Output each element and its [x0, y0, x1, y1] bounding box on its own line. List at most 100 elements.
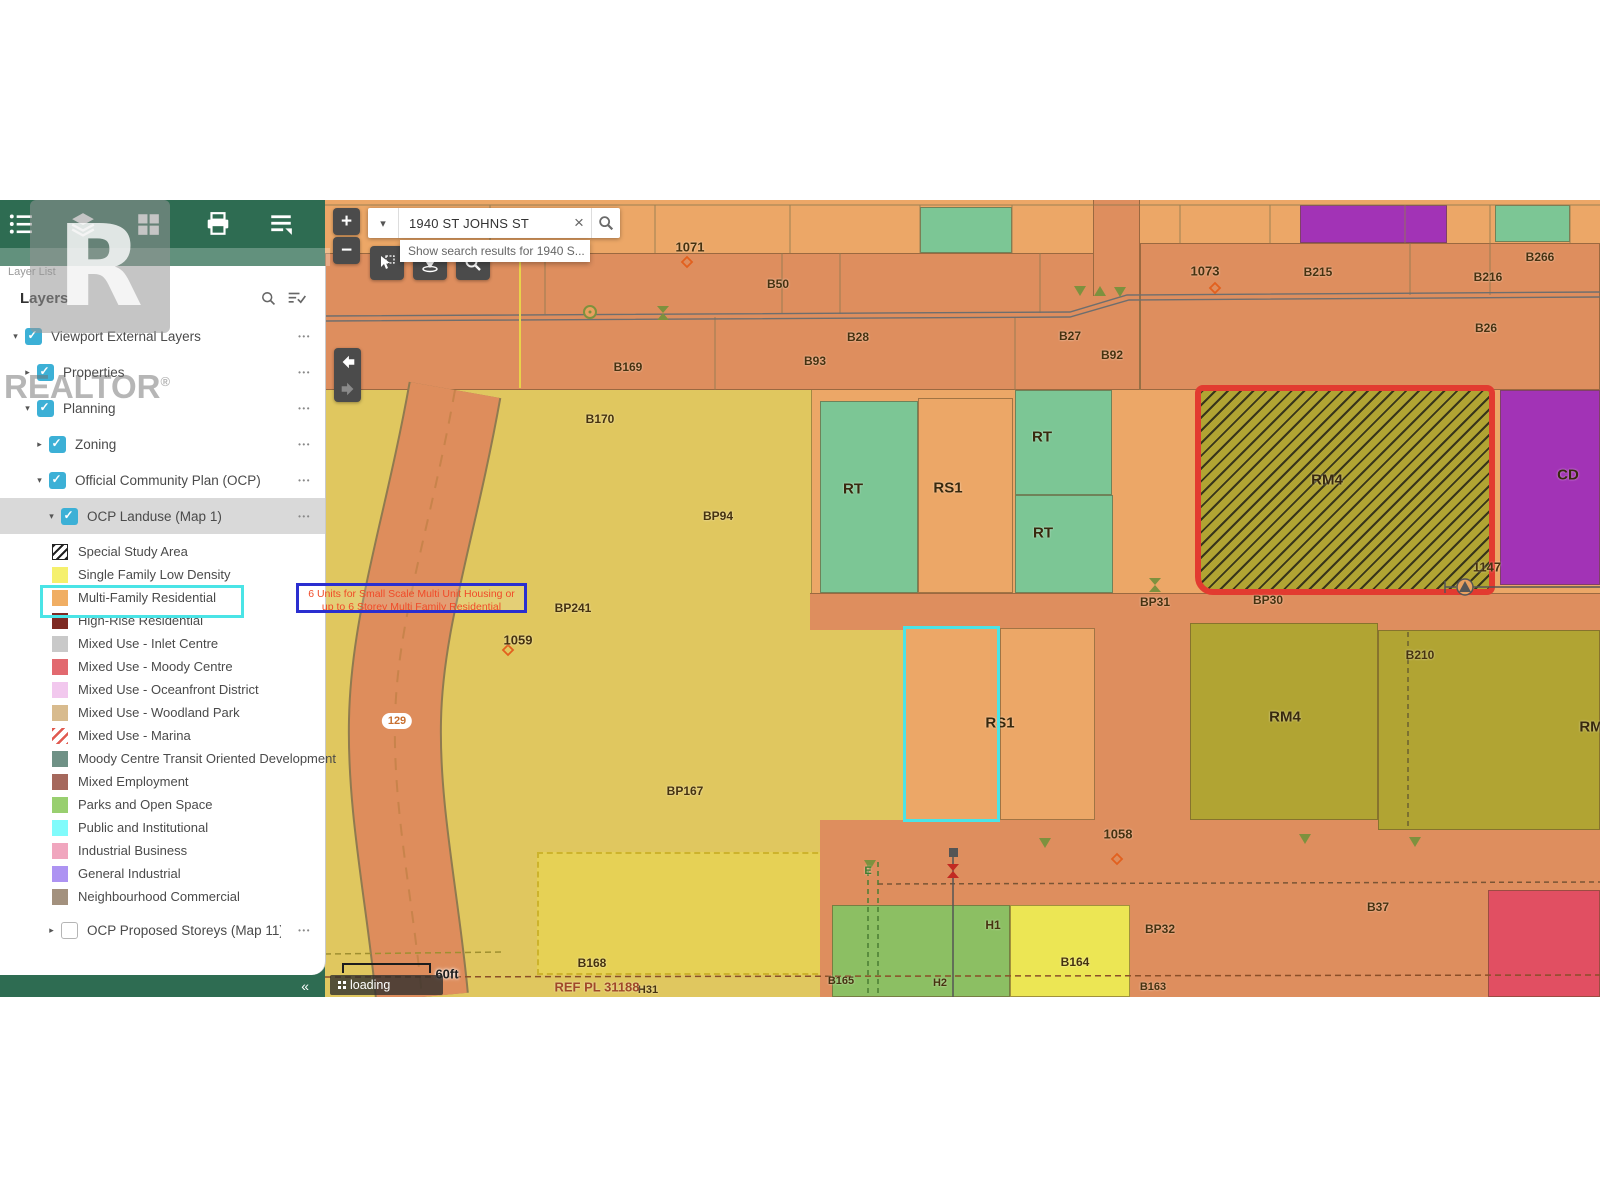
map-parcel-label: B27	[1059, 329, 1081, 343]
layer-checkbox[interactable]	[49, 472, 66, 489]
layer-menu-ellipsis-icon[interactable]	[281, 512, 325, 521]
map-parcel-label: CD	[1557, 467, 1579, 484]
layer-label[interactable]: OCP Proposed Storeys (Map 11)	[87, 923, 281, 938]
map-parcel-label: B50	[767, 277, 789, 291]
expand-arrow-icon[interactable]	[8, 331, 23, 342]
map-parcel-label: 1147	[1473, 560, 1501, 575]
legend-label: Moody Centre Transit Oriented Developmen…	[78, 751, 336, 766]
layers-panel-title: Layers	[20, 290, 68, 307]
layer-menu-ellipsis-icon[interactable]	[281, 332, 325, 341]
map-parcel-label: RT	[1032, 429, 1052, 446]
expand-arrow-icon[interactable]	[32, 439, 47, 450]
layers-icon[interactable]	[70, 211, 96, 237]
forward-arrow-icon[interactable]	[339, 380, 357, 398]
layer-checkbox[interactable]	[49, 436, 66, 453]
back-arrow-icon[interactable]	[339, 353, 357, 371]
layer-checkbox[interactable]	[37, 364, 54, 381]
menu-icon[interactable]	[268, 211, 294, 237]
map-parcel-label: RS1	[933, 480, 962, 497]
map-parcel-label: BP31	[1140, 595, 1170, 609]
map-annotation-box: 6 Units for Small Scale Multi Unit Housi…	[296, 583, 527, 613]
print-icon[interactable]	[205, 211, 231, 237]
legend-item: Single Family Low Density	[0, 563, 325, 586]
legend-swatch	[52, 544, 68, 560]
layer-menu-ellipsis-icon[interactable]	[281, 368, 325, 377]
layer-label[interactable]: OCP Landuse (Map 1)	[87, 509, 281, 524]
layer-menu-ellipsis-icon[interactable]	[281, 440, 325, 449]
map-parcel-label: RT	[1033, 525, 1053, 542]
layer-label[interactable]: Planning	[63, 401, 281, 416]
clear-search-button[interactable]: ×	[567, 213, 591, 233]
layer-menu-ellipsis-icon[interactable]	[281, 404, 325, 413]
screenshot-canvas: 1071 B50 B28 B27 B93 B92 B169 B170 1073 …	[0, 0, 1600, 1200]
search-suggestion[interactable]: Show search results for 1940 S...	[400, 240, 590, 262]
layer-label[interactable]: Properties	[63, 365, 281, 380]
expand-arrow-icon[interactable]	[20, 367, 35, 378]
layer-checkbox[interactable]	[37, 400, 54, 417]
legend-swatch	[52, 843, 68, 859]
layer-tree-row[interactable]: OCP Landuse (Map 1)	[0, 498, 325, 534]
layer-tree-row[interactable]: Planning	[0, 390, 325, 426]
legend-label: Neighbourhood Commercial	[78, 889, 240, 904]
map-parcel-label: B163	[1140, 981, 1166, 993]
search-source-dropdown[interactable]: ▾	[368, 208, 399, 238]
layer-label[interactable]: Zoning	[75, 437, 281, 452]
layer-tree-row[interactable]: Official Community Plan (OCP)	[0, 462, 325, 498]
map-parcel-label: H31	[638, 984, 658, 996]
layer-label[interactable]: Viewport External Layers	[51, 329, 281, 344]
map-parcel-label: B216	[1474, 270, 1503, 284]
layer-checkbox[interactable]	[25, 328, 42, 345]
submit-search-button[interactable]	[591, 208, 620, 238]
map-parcel-label: BP241	[555, 601, 592, 615]
legend-swatch	[52, 820, 68, 836]
extent-nav-buttons	[334, 348, 361, 402]
expand-arrow-icon[interactable]	[20, 403, 35, 414]
map-parcel-label: 1058	[1104, 827, 1133, 842]
map-parcel-label: B92	[1101, 348, 1123, 362]
legend-label: Mixed Employment	[78, 774, 189, 789]
zoom-in-button[interactable]: +	[333, 208, 360, 235]
map-parcel-label: 1071	[676, 240, 705, 255]
loading-grid-icon	[338, 981, 341, 984]
expand-arrow-icon[interactable]	[44, 511, 59, 522]
legend-label: Parks and Open Space	[78, 797, 212, 812]
filter-check-icon[interactable]	[287, 290, 307, 307]
basemap-grid-icon[interactable]	[135, 211, 161, 237]
layer-checkbox[interactable]	[61, 922, 78, 939]
layer-menu-ellipsis-icon[interactable]	[281, 926, 325, 935]
sidebar-bottom-bar	[0, 975, 325, 997]
zoom-out-button[interactable]: −	[333, 237, 360, 264]
map-parcel-label: B93	[804, 354, 826, 368]
legend-swatch	[52, 774, 68, 790]
collapse-panel-button[interactable]: «	[301, 975, 309, 997]
layer-tree-bottom: OCP Proposed Storeys (Map 11)	[0, 912, 325, 948]
search-icon[interactable]	[260, 290, 277, 307]
map-parcel-label: BP32	[1145, 922, 1175, 936]
layer-tree-row[interactable]: Properties	[0, 354, 325, 390]
layer-list-tab: Layer List	[8, 266, 56, 278]
select-tool-button[interactable]	[370, 246, 404, 280]
legend-item: Mixed Employment	[0, 770, 325, 793]
gis-app: 1071 B50 B28 B27 B93 B92 B169 B170 1073 …	[0, 200, 1600, 997]
map-parcel-label: B170	[586, 412, 615, 426]
legend-item: Mixed Use - Marina	[0, 724, 325, 747]
search-input[interactable]: 1940 ST JOHNS ST	[399, 216, 567, 231]
layer-tree-row[interactable]: Zoning	[0, 426, 325, 462]
expand-arrow-icon[interactable]	[44, 925, 59, 936]
map-parcel-label: RM	[1579, 719, 1600, 736]
expand-arrow-icon[interactable]	[32, 475, 47, 486]
map-parcel-label: H2	[933, 977, 947, 989]
map-parcel-label: 1073	[1191, 264, 1220, 279]
legend-label: Mixed Use - Moody Centre	[78, 659, 233, 674]
layer-checkbox[interactable]	[61, 508, 78, 525]
legend-item: Industrial Business	[0, 839, 325, 862]
layer-label[interactable]: Official Community Plan (OCP)	[75, 473, 281, 488]
layer-tree-row[interactable]: Viewport External Layers	[0, 318, 325, 354]
legend-item: Special Study Area	[0, 540, 325, 563]
select-arrow-icon	[377, 253, 397, 273]
layer-menu-ellipsis-icon[interactable]	[281, 476, 325, 485]
legend-label: Special Study Area	[78, 544, 188, 559]
annotation-line2: up to 6 Storey Multi Family Residential	[299, 601, 524, 613]
layer-tree-row[interactable]: OCP Proposed Storeys (Map 11)	[0, 912, 325, 948]
legend-list-icon[interactable]	[8, 211, 34, 237]
